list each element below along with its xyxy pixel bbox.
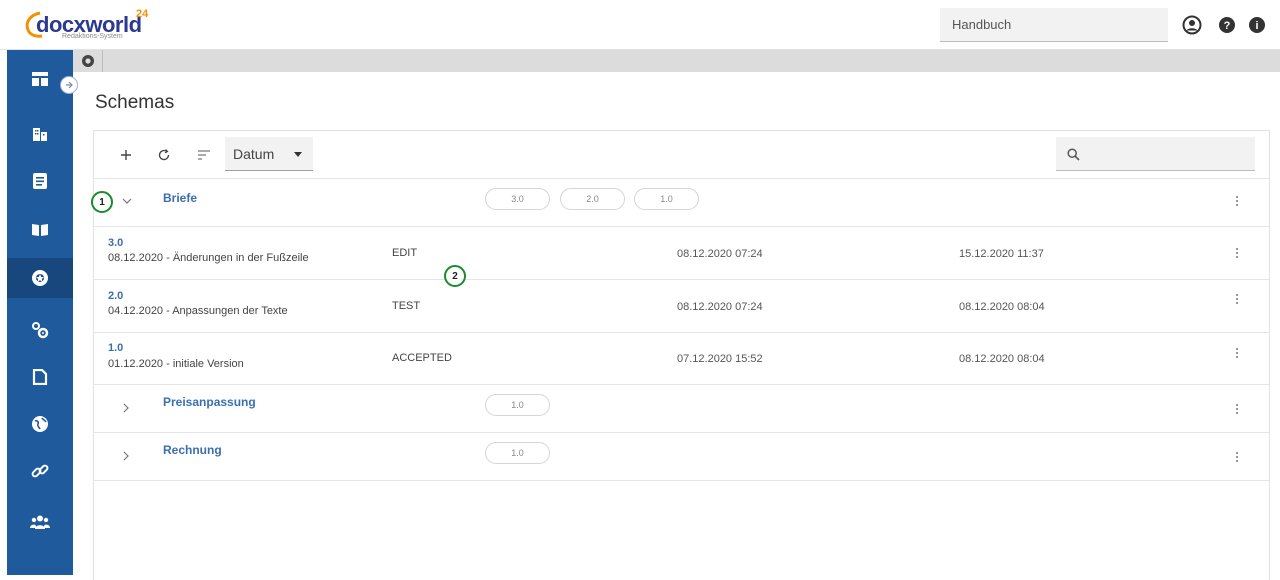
callout-marker-1: 1 <box>91 191 113 213</box>
version-row[interactable]: 1.0 01.12.2020 - initiale Version ACCEPT… <box>94 333 1269 385</box>
version-status: EDIT <box>392 247 418 259</box>
page-title: Schemas <box>95 92 175 113</box>
group-name[interactable]: Rechnung <box>163 443 222 457</box>
group-row-briefe[interactable]: Briefe 3.0 2.0 1.0 <box>94 179 1269 227</box>
sidebar-item-buildings[interactable] <box>7 114 73 154</box>
version-pill[interactable]: 1.0 <box>485 442 550 464</box>
chevron-right-icon[interactable] <box>122 402 130 416</box>
plus-icon <box>121 150 131 160</box>
schema-tab-icon <box>82 55 94 67</box>
globe-icon <box>32 416 48 432</box>
group-name[interactable]: Briefe <box>163 191 197 205</box>
callout-marker-2: 2 <box>444 265 466 287</box>
sidebar-item-schemas[interactable] <box>7 258 73 298</box>
top-bar: docxworld 24 Redaktions-System Handbuch … <box>0 0 1280 50</box>
schema-icon <box>32 270 48 286</box>
info-icon[interactable]: i <box>1246 14 1268 36</box>
refresh-icon <box>158 149 170 161</box>
version-created-date: 08.12.2020 07:24 <box>677 301 763 313</box>
add-button[interactable] <box>115 144 137 166</box>
refresh-button[interactable] <box>153 144 175 166</box>
version-pill[interactable]: 1.0 <box>634 188 699 210</box>
sidebar-item-documents[interactable] <box>7 161 73 201</box>
logo-superscript: 24 <box>136 8 149 20</box>
users-icon <box>30 515 50 529</box>
search-icon <box>1067 148 1080 161</box>
more-options-icon[interactable] <box>1235 452 1239 462</box>
toolbar: Datum <box>94 131 1269 179</box>
user-icon[interactable] <box>1181 14 1203 36</box>
version-row[interactable]: 2.0 04.12.2020 - Anpassungen der Texte T… <box>94 280 1269 333</box>
version-row[interactable]: 3.0 08.12.2020 - Änderungen in der Fußze… <box>94 227 1269 280</box>
gears-icon <box>32 322 49 339</box>
version-status: ACCEPTED <box>392 352 452 364</box>
version-description: 01.12.2020 - initiale Version <box>108 358 244 370</box>
sidebar-item-pages[interactable] <box>7 357 73 397</box>
group-name[interactable]: Preisanpassung <box>163 395 256 409</box>
svg-text:?: ? <box>1224 20 1231 32</box>
help-icon[interactable]: ? <box>1216 14 1238 36</box>
version-created-date: 08.12.2020 07:24 <box>677 248 763 260</box>
sidebar-item-manual[interactable] <box>7 210 73 250</box>
global-search-input[interactable]: Handbuch <box>940 8 1168 42</box>
sort-field-select[interactable]: Datum <box>225 137 313 171</box>
more-options-icon[interactable] <box>1235 196 1239 206</box>
version-pill[interactable]: 1.0 <box>485 394 550 416</box>
tab-divider <box>102 50 103 72</box>
tab-strip <box>73 50 1280 72</box>
more-options-icon[interactable] <box>1235 294 1239 304</box>
sidebar-expand-button[interactable] <box>60 76 78 94</box>
sidebar-item-languages[interactable] <box>7 404 73 444</box>
sort-field-value: Datum <box>233 146 275 162</box>
chevron-down-icon[interactable] <box>122 194 132 208</box>
book-icon <box>32 224 48 236</box>
version-created-date: 07.12.2020 15:52 <box>677 353 763 365</box>
sidebar-item-settings[interactable] <box>7 310 73 350</box>
version-pill[interactable]: 3.0 <box>485 188 550 210</box>
version-status: TEST <box>392 300 421 312</box>
version-pill[interactable]: 2.0 <box>560 188 625 210</box>
group-row-rechnung[interactable]: Rechnung 1.0 <box>94 433 1269 481</box>
buildings-icon <box>33 128 47 141</box>
tab-schemas[interactable] <box>81 54 95 68</box>
link-icon <box>31 464 49 478</box>
schema-search-input[interactable] <box>1056 137 1255 171</box>
version-number[interactable]: 2.0 <box>108 290 123 302</box>
sort-button[interactable] <box>193 144 215 166</box>
version-description: 04.12.2020 - Anpassungen der Texte <box>108 305 288 317</box>
caret-down-icon <box>294 152 302 157</box>
more-options-icon[interactable] <box>1235 404 1239 414</box>
version-modified-date: 08.12.2020 08:04 <box>959 353 1045 365</box>
svg-text:i: i <box>1255 20 1258 32</box>
version-modified-date: 08.12.2020 08:04 <box>959 301 1045 313</box>
version-number[interactable]: 1.0 <box>108 342 123 354</box>
more-options-icon[interactable] <box>1235 348 1239 358</box>
sidebar-item-links[interactable] <box>7 451 73 491</box>
group-row-preisanpassung[interactable]: Preisanpassung 1.0 <box>94 385 1269 433</box>
dashboard-icon <box>32 72 48 86</box>
document-icon <box>33 173 47 189</box>
version-number[interactable]: 3.0 <box>108 237 123 249</box>
sort-icon <box>198 150 210 160</box>
more-options-icon[interactable] <box>1235 248 1239 258</box>
version-description: 08.12.2020 - Änderungen in der Fußzeile <box>108 252 309 264</box>
page-icon <box>32 369 48 385</box>
version-modified-date: 15.12.2020 11:37 <box>959 248 1044 260</box>
sidebar-item-users[interactable] <box>7 502 73 542</box>
chevron-right-icon[interactable] <box>122 450 130 464</box>
schemas-panel: Datum Briefe 3.0 2.0 1.0 3.0 08.12.2020 … <box>93 130 1270 580</box>
sidebar <box>7 50 73 575</box>
logo-subtitle: Redaktions-System <box>62 33 123 40</box>
arrow-right-icon <box>66 81 73 89</box>
